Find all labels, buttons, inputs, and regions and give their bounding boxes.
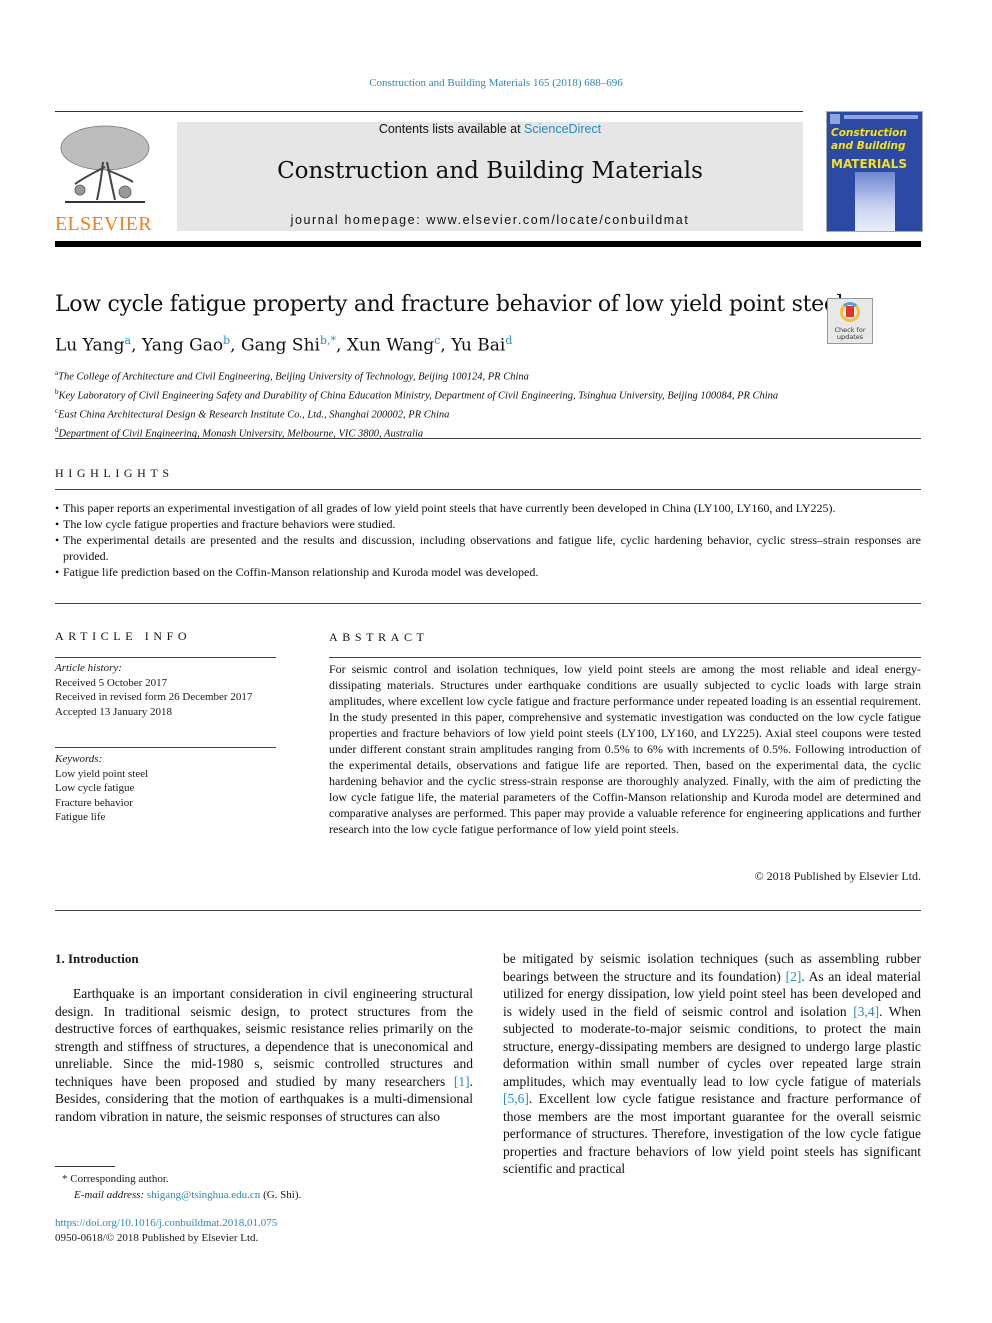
header-top-rule xyxy=(55,111,803,112)
contents-available-line: Contents lists available at ScienceDirec… xyxy=(177,122,803,136)
cover-logo-icon xyxy=(830,114,840,124)
elsevier-tree-icon xyxy=(60,125,150,203)
article-history: Article history: Received 5 October 2017… xyxy=(55,661,252,719)
cover-title-line-1: Construction xyxy=(831,127,907,139)
journal-cover-thumbnail[interactable]: Construction and Building MATERIALS xyxy=(826,111,923,232)
author[interactable]: Lu Yang xyxy=(55,336,125,356)
check-updates-line-2: updates xyxy=(836,333,864,341)
abstract-heading: ABSTRACT xyxy=(329,630,429,644)
cover-gradient xyxy=(855,172,895,231)
doi-block: https://doi.org/10.1016/j.conbuildmat.20… xyxy=(55,1216,277,1246)
header-bottom-rule xyxy=(55,241,921,247)
author-affiliation-link[interactable]: c xyxy=(434,334,440,347)
body-text: Earthquake is an important consideration… xyxy=(55,986,473,1089)
highlight-text: The experimental details are presented a… xyxy=(63,533,921,563)
author[interactable]: Gang Shi xyxy=(241,336,320,356)
highlights-heading: HIGHLIGHTS xyxy=(55,466,174,480)
highlight-text: The low cycle fatigue properties and fra… xyxy=(63,517,396,531)
body-column-right: be mitigated by seismic isolation techni… xyxy=(503,950,921,1178)
email-line: E-mail address: shigang@tsinghua.edu.cn … xyxy=(62,1187,301,1203)
affiliation: aThe College of Architecture and Civil E… xyxy=(55,366,778,385)
keywords-label: Keywords: xyxy=(55,753,103,765)
author-affiliation-link[interactable]: d xyxy=(505,334,512,347)
highlight-item: • The low cycle fatigue properties and fr… xyxy=(55,516,921,532)
history-label: Article history: xyxy=(55,662,122,674)
corresponding-author-note: * Corresponding author. xyxy=(62,1173,169,1185)
highlight-item: • The experimental details are presented … xyxy=(55,532,921,564)
author[interactable]: Yu Bai xyxy=(451,336,505,356)
journal-homepage[interactable]: journal homepage: www.elsevier.com/locat… xyxy=(177,213,803,227)
highlights-list: • This paper reports an experimental inve… xyxy=(55,500,921,580)
keyword: Fracture behavior xyxy=(55,796,133,809)
citation-link[interactable]: [5,6] xyxy=(503,1091,529,1106)
section-heading-introduction: 1. Introduction xyxy=(55,951,139,966)
issn-copyright: 0950-0618/© 2018 Published by Elsevier L… xyxy=(55,1232,259,1244)
history-received: Received 5 October 2017 xyxy=(55,676,168,689)
footnotes: * Corresponding author. E-mail address: … xyxy=(62,1171,301,1203)
check-for-updates-button[interactable]: Check for updates xyxy=(827,298,873,344)
article-info-heading: ARTICLE INFO xyxy=(55,629,192,643)
doi-link[interactable]: https://doi.org/10.1016/j.conbuildmat.20… xyxy=(55,1216,277,1231)
body-text: . Excellent low cycle fatigue resistance… xyxy=(503,1091,921,1176)
sciencedirect-link[interactable]: ScienceDirect xyxy=(524,122,601,136)
keyword: Fatigue life xyxy=(55,811,106,823)
divider xyxy=(55,489,921,490)
journal-citation-link[interactable]: Construction and Building Materials 165 … xyxy=(0,77,992,89)
cover-top-bar xyxy=(844,115,918,119)
bullet-icon: • xyxy=(55,517,60,531)
email-link[interactable]: shigang@tsinghua.edu.cn xyxy=(147,1189,260,1201)
email-suffix: (G. Shi). xyxy=(260,1189,302,1201)
affiliation: dDepartment of Civil Engineering, Monash… xyxy=(55,423,778,442)
keyword: Low yield point steel xyxy=(55,767,149,780)
author-list: Lu Yanga, Yang Gaob, Gang Shib,*, Xun Wa… xyxy=(55,334,513,356)
journal-title: Construction and Building Materials xyxy=(277,158,703,184)
author-affiliation-link[interactable]: a xyxy=(125,334,132,347)
divider xyxy=(329,657,921,658)
affiliation-text: East China Architectural Design & Resear… xyxy=(58,409,450,421)
elsevier-wordmark: ELSEVIER xyxy=(55,213,152,235)
cover-materials: MATERIALS xyxy=(831,157,907,171)
journal-header-box: Contents lists available at ScienceDirec… xyxy=(177,122,803,231)
highlight-item: • Fatigue life prediction based on the Co… xyxy=(55,564,921,580)
author-affiliation-link[interactable]: b,* xyxy=(320,334,336,347)
citation-link[interactable]: [2] xyxy=(786,969,802,984)
cover-title-line-2: and Building xyxy=(831,140,906,152)
affiliation: cEast China Architectural Design & Resea… xyxy=(55,404,778,423)
highlight-item: • This paper reports an experimental inve… xyxy=(55,500,921,516)
keyword: Low cycle fatigue xyxy=(55,782,135,794)
history-revised: Received in revised form 26 December 201… xyxy=(55,691,253,703)
citation-link[interactable]: [3,4] xyxy=(853,1004,879,1019)
author-affiliation-link[interactable]: b xyxy=(223,334,230,347)
affiliation-text: Key Laboratory of Civil Engineering Safe… xyxy=(58,390,779,402)
history-accepted: Accepted 13 January 2018 xyxy=(55,705,172,718)
divider xyxy=(55,910,921,911)
author[interactable]: Xun Wang xyxy=(347,336,434,356)
divider xyxy=(55,603,921,604)
footnote-rule xyxy=(55,1166,115,1167)
divider xyxy=(55,657,276,658)
divider xyxy=(55,747,276,748)
bullet-icon: • xyxy=(55,533,60,547)
affiliation-text: The College of Architecture and Civil En… xyxy=(58,371,529,383)
contents-prefix: Contents lists available at xyxy=(378,122,525,136)
article-title: Low cycle fatigue property and fracture … xyxy=(55,292,855,317)
affiliation: bKey Laboratory of Civil Engineering Saf… xyxy=(55,385,778,404)
abstract-copyright: © 2018 Published by Elsevier Ltd. xyxy=(754,869,921,883)
check-updates-label: Check for updates xyxy=(828,327,872,341)
citation-link[interactable]: [1] xyxy=(454,1074,470,1089)
affiliations: aThe College of Architecture and Civil E… xyxy=(55,366,778,442)
divider xyxy=(55,438,921,439)
keywords: Keywords: Low yield point steel Low cycl… xyxy=(55,752,148,825)
bullet-icon: • xyxy=(55,565,60,579)
abstract-text: For seismic control and isolation techni… xyxy=(329,662,921,836)
highlight-text: Fatigue life prediction based on the Cof… xyxy=(63,565,539,579)
highlight-text: This paper reports an experimental inves… xyxy=(63,501,836,515)
author[interactable]: Yang Gao xyxy=(142,336,223,356)
bookmark-icon xyxy=(846,306,854,317)
body-column-left: Earthquake is an important consideration… xyxy=(55,985,473,1125)
cover-title: Construction and Building xyxy=(831,127,921,153)
email-label: E-mail address: xyxy=(74,1189,147,1201)
bullet-icon: • xyxy=(55,501,60,515)
elsevier-logo[interactable]: ELSEVIER xyxy=(55,122,155,234)
